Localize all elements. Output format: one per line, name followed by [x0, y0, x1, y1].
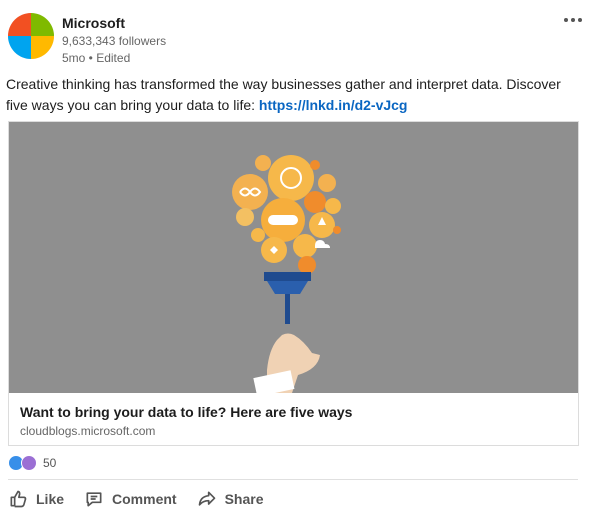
like-button[interactable]: Like: [8, 487, 64, 511]
card-title[interactable]: Want to bring your data to life? Here ar…: [20, 404, 352, 420]
author-name[interactable]: Microsoft: [62, 15, 125, 31]
share-icon: [198, 491, 215, 506]
more-options-icon[interactable]: [560, 10, 586, 30]
post-header: Microsoft 9,633,343 followers 5mo • Edit…: [8, 10, 586, 66]
post-text: Creative thinking has transformed the wa…: [6, 74, 586, 116]
share-label: Share: [224, 491, 264, 507]
post-link[interactable]: https://lnkd.in/d2-vJcg: [259, 97, 408, 113]
card-illustration: [9, 122, 578, 393]
feed-post: Microsoft 9,633,343 followers 5mo • Edit…: [0, 0, 594, 515]
microsoft-logo[interactable]: [8, 13, 54, 59]
link-preview-card[interactable]: Want to bring your data to life? Here ar…: [8, 121, 579, 446]
follower-count: 9,633,343 followers: [62, 34, 167, 48]
share-button[interactable]: Share: [197, 487, 264, 511]
thumbs-up-icon: [10, 490, 27, 508]
card-domain: cloudblogs.microsoft.com: [20, 424, 156, 438]
reaction-count[interactable]: 50: [43, 456, 56, 470]
comment-button[interactable]: Comment: [84, 487, 177, 511]
reactions-summary[interactable]: 50: [8, 455, 56, 471]
divider: [8, 479, 578, 480]
like-label: Like: [36, 491, 65, 507]
comment-label: Comment: [112, 491, 177, 507]
comment-icon: [86, 492, 102, 507]
card-info[interactable]: Want to bring your data to life? Here ar…: [9, 393, 578, 445]
post-actions: Like Comment Share: [8, 487, 264, 511]
love-icon: [21, 455, 37, 471]
post-meta: 5mo • Edited: [62, 51, 131, 65]
